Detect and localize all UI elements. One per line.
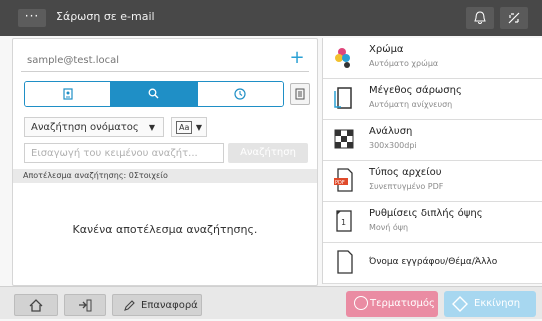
character-type-dropdown[interactable]: Aa ▼ — [171, 117, 207, 137]
option-file-type[interactable]: PDF Τύπος αρχείου Συνεπτυγμένο PDF — [323, 161, 542, 202]
option-title: Μέγεθος σάρωσης — [369, 85, 462, 96]
bottom-bar: Επαναφορά Τερματισμός Εκκίνηση — [0, 286, 542, 319]
option-title: Ρυθμίσεις διπλής όψης — [369, 208, 483, 219]
destination-panel: + Αναζήτηση ονόματος ▼ Aa ▼ Εισαγωγή του… — [12, 38, 318, 286]
address-book-icon — [63, 88, 73, 100]
option-title: Τύπος αρχείου — [369, 167, 442, 178]
job-list-button[interactable] — [64, 294, 106, 316]
document-name-icon — [337, 250, 353, 274]
option-title: Ανάλυση — [369, 126, 413, 137]
email-entry-row: + — [21, 47, 309, 72]
svg-text:PDF: PDF — [335, 180, 345, 186]
reset-pencil-icon — [124, 300, 135, 311]
address-list-icon[interactable] — [290, 83, 310, 105]
option-value: 300x300dpi — [369, 141, 417, 150]
job-list-icon — [79, 299, 92, 312]
option-document-name[interactable]: Όνομα εγγράφου/Θέμα/Άλλο — [323, 243, 542, 284]
search-mode-value: Αναζήτηση ονόματος — [31, 122, 139, 133]
scan-settings-panel: Χρώμα Αυτόματο χρώμα Μέγεθος σάρωσης Αυτ… — [322, 38, 542, 284]
option-value: Συνεπτυγμένο PDF — [369, 182, 444, 191]
option-title: Χρώμα — [369, 44, 404, 55]
search-tab[interactable] — [111, 82, 198, 106]
title-bar: ··· Σάρωση σε e-mail — [0, 0, 542, 36]
search-result-header: Αποτέλεσμα αναζήτησης: 0Στοιχείο — [13, 169, 317, 183]
option-scan-size[interactable]: Μέγεθος σάρωσης Αυτόματη ανίχνευση — [323, 79, 542, 120]
option-value: Μονή όψη — [369, 223, 409, 232]
email-input[interactable] — [27, 51, 267, 69]
stop-icon — [354, 296, 368, 310]
option-title: Όνομα εγγράφου/Θέμα/Άλλο — [369, 257, 498, 267]
option-duplex[interactable]: 1 Ρυθμίσεις διπλής όψης Μονή όψη — [323, 202, 542, 243]
window-title: Σάρωση σε e-mail — [56, 10, 155, 23]
duplex-icon: 1 — [336, 210, 352, 232]
search-icon — [149, 88, 159, 99]
stop-button[interactable]: Τερματισμός — [346, 291, 438, 317]
scan-size-icon — [334, 87, 352, 109]
chevron-down-icon: ▼ — [148, 123, 155, 132]
option-color[interactable]: Χρώμα Αυτόματο χρώμα — [323, 38, 542, 79]
option-value: Αυτόματη ανίχνευση — [369, 100, 453, 109]
search-text-input[interactable]: Εισαγωγή του κειμένου αναζήτ... — [24, 143, 224, 163]
address-book-tab[interactable] — [25, 82, 112, 106]
start-diamond-icon — [452, 296, 468, 312]
no-result-message: Κανένα αποτέλεσμα αναζήτησης. — [72, 223, 258, 236]
character-type-label: Aa — [176, 121, 193, 134]
home-button[interactable] — [14, 294, 58, 316]
color-icon — [335, 48, 350, 68]
resolution-icon — [334, 129, 354, 149]
option-resolution[interactable]: Ανάλυση 300x300dpi — [323, 120, 542, 161]
settings-icon[interactable] — [500, 7, 528, 29]
svg-text:1: 1 — [341, 218, 346, 227]
start-label: Εκκίνηση — [474, 298, 521, 309]
stop-label: Τερματισμός — [370, 298, 435, 309]
history-tab[interactable] — [197, 82, 283, 106]
search-button[interactable]: Αναζήτηση — [228, 143, 308, 163]
search-mode-dropdown[interactable]: Αναζήτηση ονόματος ▼ — [24, 117, 164, 137]
chevron-down-icon: ▼ — [195, 123, 202, 132]
start-button[interactable]: Εκκίνηση — [444, 291, 536, 317]
home-icon — [29, 299, 43, 312]
add-address-button[interactable]: + — [285, 47, 309, 71]
address-source-tabs — [24, 81, 284, 107]
option-value: Αυτόματο χρώμα — [369, 59, 439, 68]
menu-button[interactable]: ··· — [18, 9, 46, 27]
notification-bell-icon[interactable] — [466, 7, 494, 29]
file-type-icon: PDF — [334, 168, 353, 192]
reset-button[interactable]: Επαναφορά — [112, 294, 202, 316]
reset-label: Επαναφορά — [141, 300, 198, 311]
history-clock-icon — [234, 88, 246, 100]
